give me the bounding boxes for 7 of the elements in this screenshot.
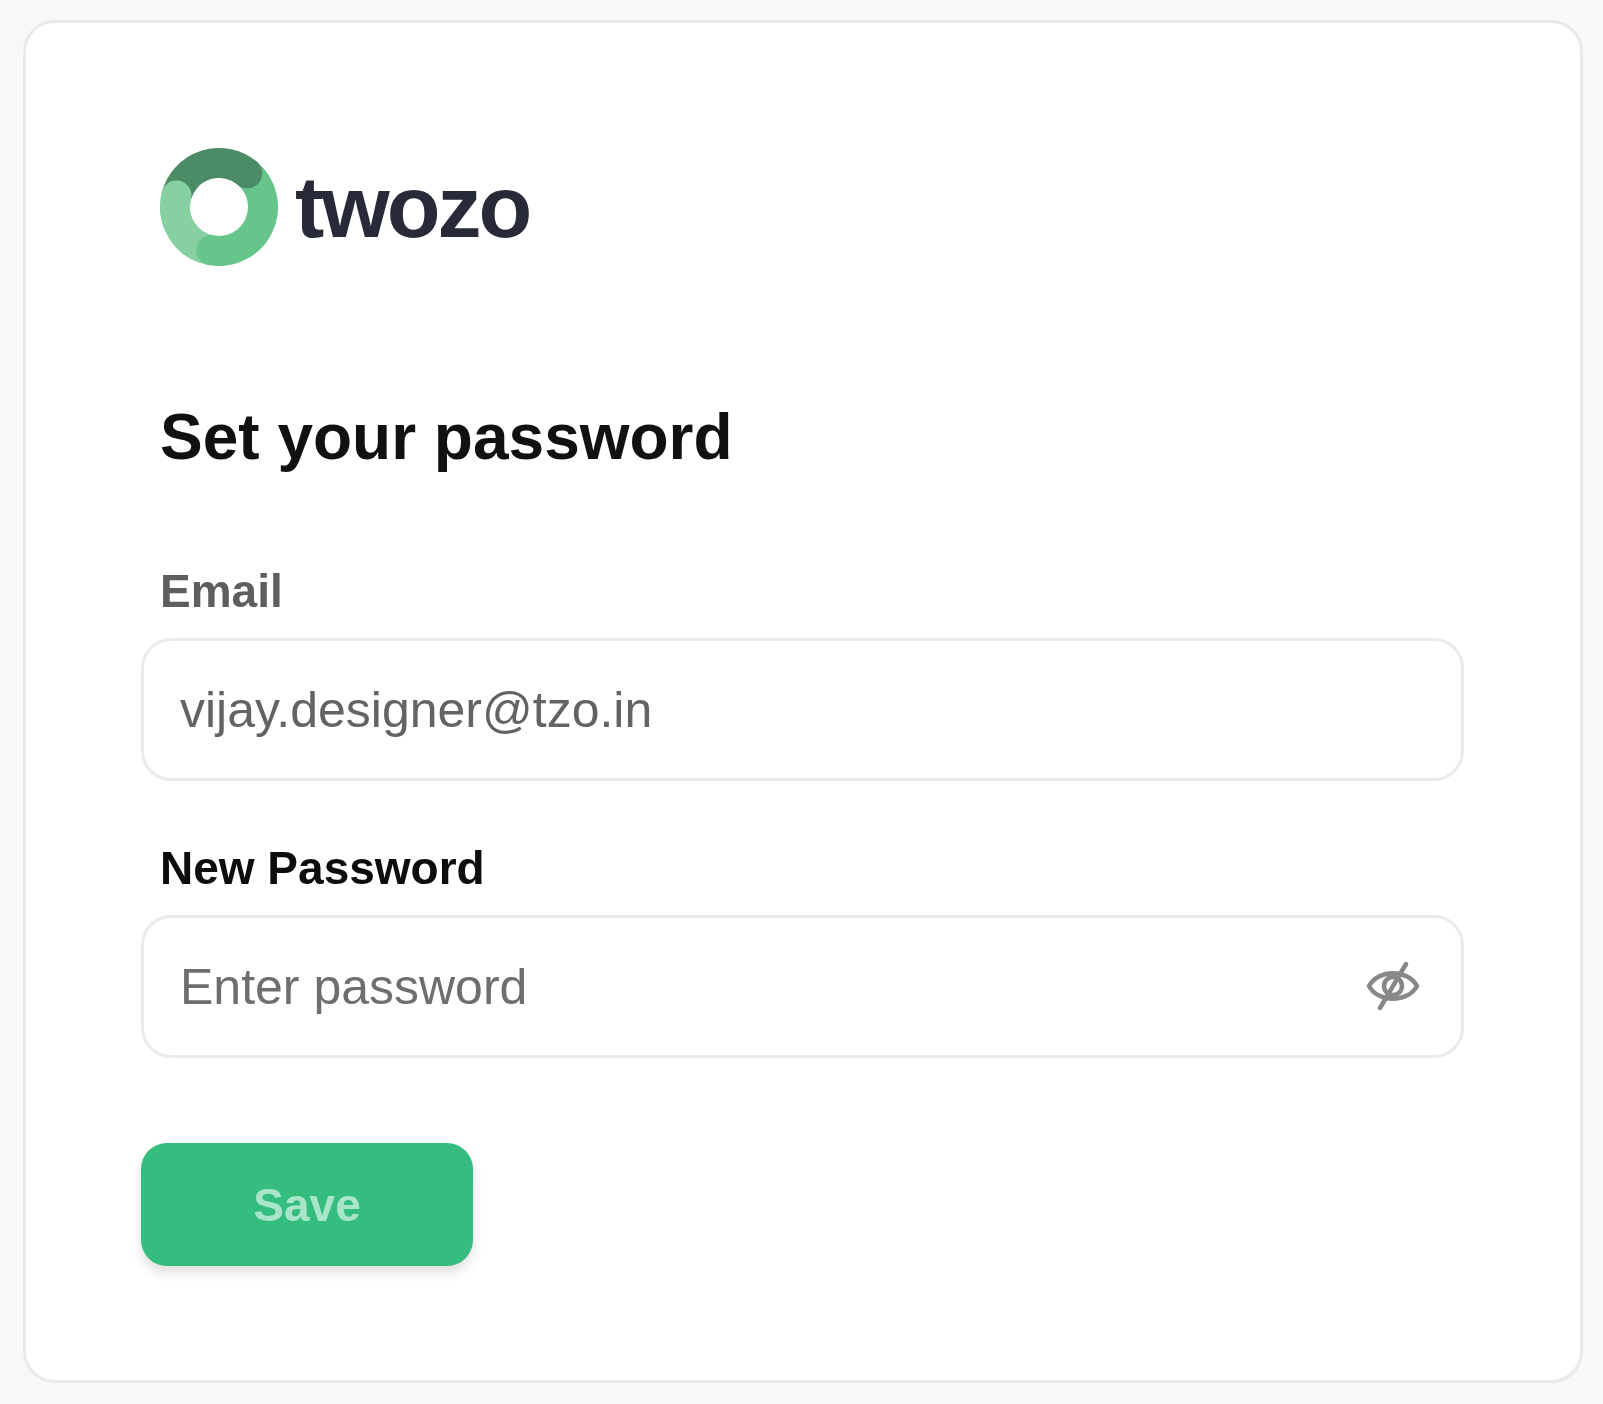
logo-wordmark: twozo (295, 163, 530, 251)
ring-logo-icon (160, 148, 278, 266)
password-field[interactable]: Enter password (141, 915, 1464, 1058)
eye-slash-icon[interactable] (1365, 960, 1421, 1012)
password-label: New Password (160, 841, 485, 896)
email-label: Email (160, 564, 283, 619)
page-heading: Set your password (160, 400, 733, 475)
